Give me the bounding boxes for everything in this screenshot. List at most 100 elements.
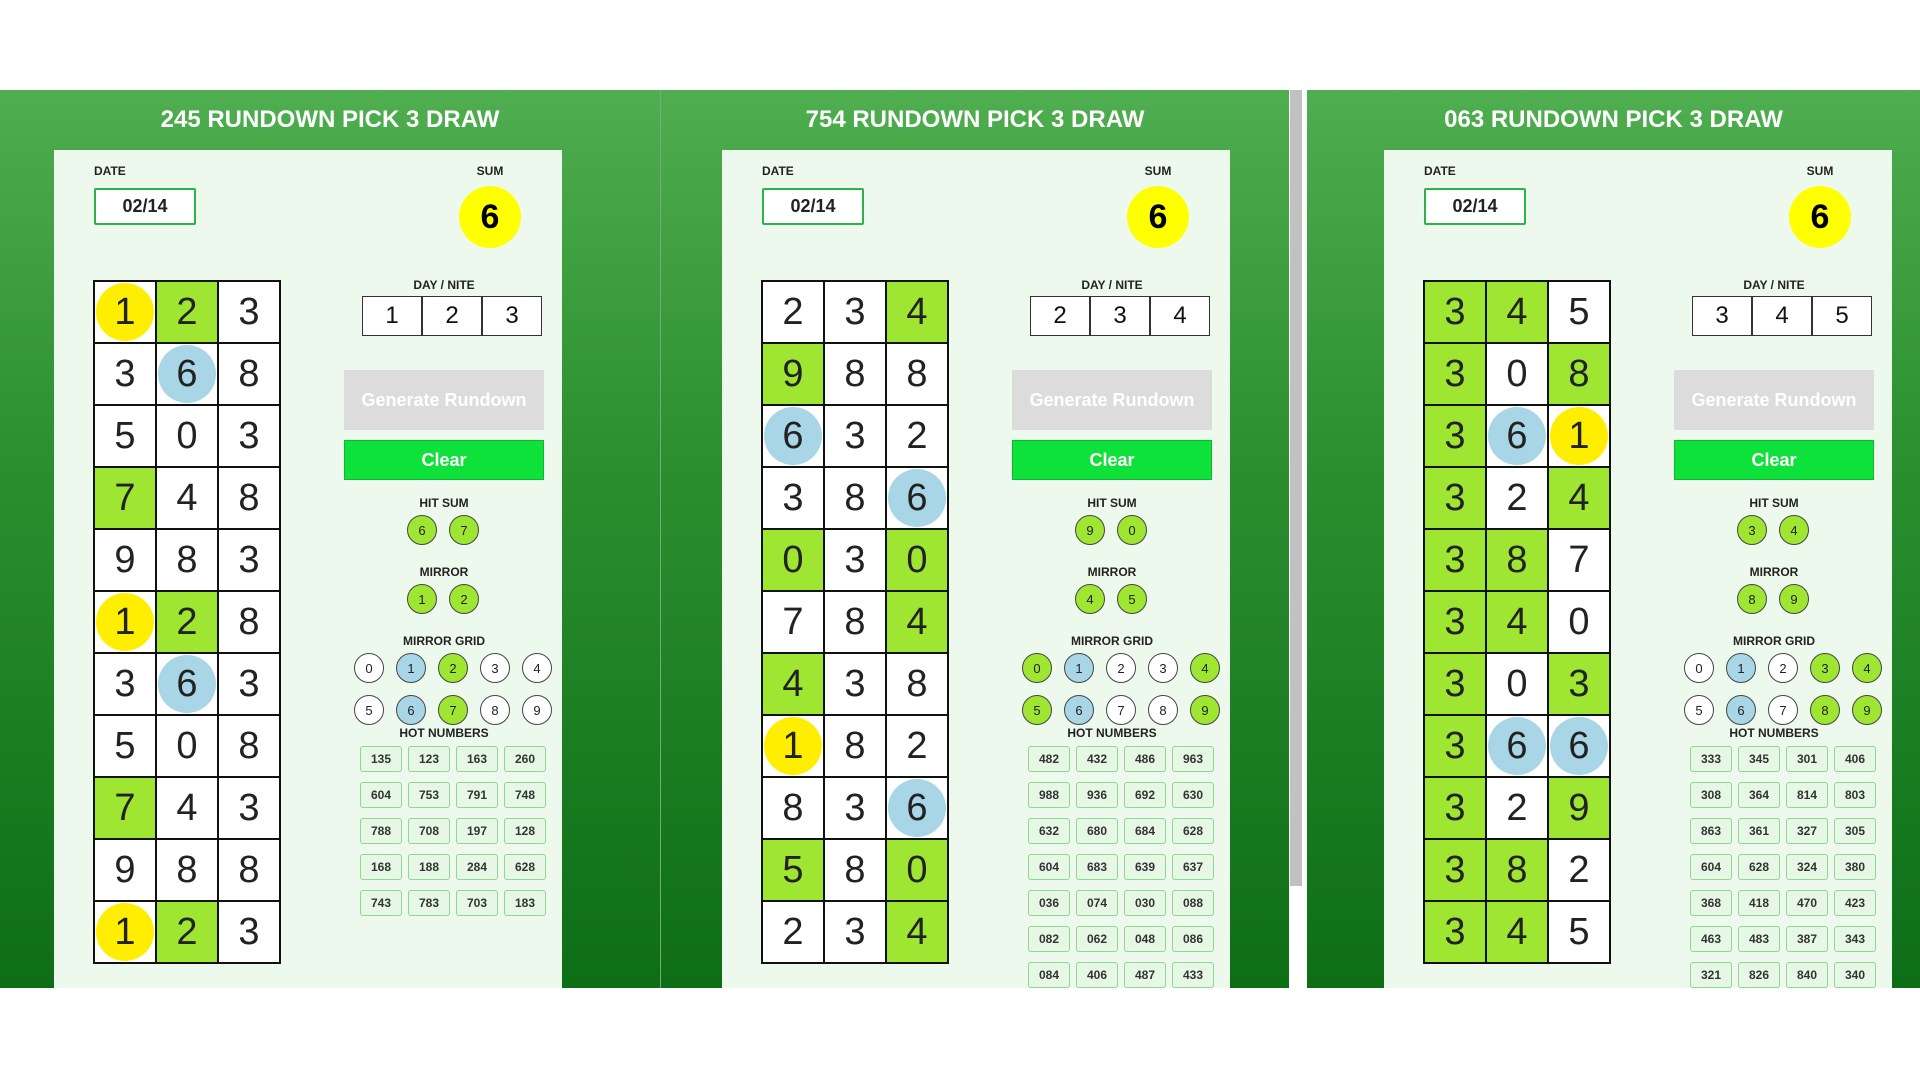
mirror-ball: 9 (1779, 584, 1809, 614)
grid-digit: 7 (1568, 538, 1590, 581)
day-nite-digit-2[interactable]: 2 (422, 296, 482, 336)
mirror-grid-ball: 8 (1810, 695, 1840, 725)
grid-cell: 4 (1547, 466, 1611, 530)
grid-cell: 4 (1485, 590, 1549, 654)
day-nite-digit-3[interactable]: 3 (482, 296, 542, 336)
grid-cell: 3 (823, 776, 887, 840)
clear-button[interactable]: Clear (344, 440, 544, 480)
grid-cell: 4 (155, 776, 219, 840)
hit-sum-ball: 4 (1779, 515, 1809, 545)
clear-button[interactable]: Clear (1012, 440, 1212, 480)
grid-cell: 8 (823, 466, 887, 530)
hit-sum-ball: 9 (1075, 515, 1105, 545)
hot-number-tile: 321 (1690, 962, 1732, 988)
panel-title: 245 RUNDOWN PICK 3 DRAW (160, 106, 500, 133)
grid-cell: 3 (217, 280, 281, 344)
grid-cell: 7 (1547, 528, 1611, 592)
grid-cell: 0 (885, 838, 949, 902)
day-nite-digit-1[interactable]: 3 (1692, 296, 1752, 336)
generate-rundown-button[interactable]: Generate Rundown (344, 370, 544, 430)
hot-number-tile: 680 (1076, 818, 1118, 844)
grid-cell: 2 (155, 280, 219, 344)
grid-row: 382 (1423, 838, 1611, 902)
day-nite-digit-2[interactable]: 4 (1752, 296, 1812, 336)
grid-cell: 8 (155, 838, 219, 902)
sum-label: SUM (1144, 164, 1172, 178)
date-field[interactable]: 02/14 (1424, 188, 1526, 225)
grid-cell: 8 (823, 590, 887, 654)
day-nite-digit-3[interactable]: 4 (1150, 296, 1210, 336)
hot-numbers-label: HOT NUMBERS (1729, 726, 1819, 740)
grid-cell: 5 (1547, 280, 1611, 344)
rundown-card: DATE 02/14 SUM 6 12336850374898312836350… (54, 150, 562, 988)
grid-digit: 4 (906, 290, 928, 333)
grid-row: 340 (1423, 590, 1611, 654)
grid-digit: 6 (888, 469, 946, 527)
date-label: DATE (762, 164, 794, 178)
date-field[interactable]: 02/14 (762, 188, 864, 225)
day-nite-digit-2[interactable]: 3 (1090, 296, 1150, 336)
grid-digit: 3 (844, 662, 866, 705)
hit-sum-ball: 3 (1737, 515, 1767, 545)
grid-digit: 2 (906, 724, 928, 767)
hot-number-tile: 753 (408, 782, 450, 808)
grid-row: 743 (93, 776, 281, 840)
grid-digit: 0 (1506, 662, 1528, 705)
grid-cell: 0 (885, 528, 949, 592)
hot-number-tile: 708 (408, 818, 450, 844)
hot-number-tile: 788 (360, 818, 402, 844)
grid-cell: 3 (1423, 838, 1487, 902)
grid-digit: 5 (114, 414, 136, 457)
grid-digit: 6 (158, 655, 216, 713)
grid-cell: 4 (885, 280, 949, 344)
grid-cell: 3 (823, 528, 887, 592)
hot-number-tile: 368 (1690, 890, 1732, 916)
grid-row: 123 (93, 900, 281, 964)
grid-cell: 8 (1485, 528, 1549, 592)
grid-row: 361 (1423, 404, 1611, 468)
grid-row: 234 (761, 900, 949, 964)
grid-digit: 9 (782, 352, 804, 395)
grid-cell: 2 (1485, 776, 1549, 840)
scrollbar-thumb[interactable] (1290, 90, 1302, 886)
day-nite-digit-1[interactable]: 2 (1030, 296, 1090, 336)
hot-number-tile: 340 (1834, 962, 1876, 988)
grid-cell: 3 (761, 466, 825, 530)
scrollbar-track[interactable] (1289, 90, 1307, 988)
mirror-ball: 1 (407, 584, 437, 614)
grid-cell: 3 (1423, 776, 1487, 840)
sum-ball: 6 (1127, 186, 1189, 248)
clear-button[interactable]: Clear (1674, 440, 1874, 480)
hot-number-tile: 803 (1834, 782, 1876, 808)
hot-number-tile: 074 (1076, 890, 1118, 916)
day-nite-digit-3[interactable]: 5 (1812, 296, 1872, 336)
grid-digit: 0 (906, 848, 928, 891)
hot-number-tile: 088 (1172, 890, 1214, 916)
hit-sum-ball: 7 (449, 515, 479, 545)
day-nite-label: DAY / NITE (1743, 278, 1805, 292)
grid-digit: 8 (238, 600, 260, 643)
mirror-grid-label: MIRROR GRID (403, 634, 485, 648)
date-field[interactable]: 02/14 (94, 188, 196, 225)
generate-rundown-button[interactable]: Generate Rundown (1674, 370, 1874, 430)
day-nite-label: DAY / NITE (1081, 278, 1143, 292)
grid-cell: 1 (93, 590, 157, 654)
mirror-grid-ball: 5 (354, 695, 384, 725)
rundown-panel-754: 754 RUNDOWN PICK 3 DRAW DATE 02/14 SUM 6… (661, 90, 1289, 988)
grid-digit: 2 (1506, 476, 1528, 519)
hot-number-tile: 470 (1786, 890, 1828, 916)
panel-title: 754 RUNDOWN PICK 3 DRAW (805, 106, 1145, 133)
hot-number-tile: 188 (408, 854, 450, 880)
grid-digit: 3 (844, 290, 866, 333)
generate-rundown-button[interactable]: Generate Rundown (1012, 370, 1212, 430)
hot-number-tile: 036 (1028, 890, 1070, 916)
grid-cell: 6 (1547, 714, 1611, 778)
hot-number-tile: 863 (1690, 818, 1732, 844)
hot-number-tile: 301 (1786, 746, 1828, 772)
grid-cell: 6 (1485, 714, 1549, 778)
grid-digit: 5 (114, 724, 136, 767)
grid-cell: 0 (1485, 652, 1549, 716)
grid-cell: 1 (93, 900, 157, 964)
grid-cell: 8 (217, 714, 281, 778)
day-nite-digit-1[interactable]: 1 (362, 296, 422, 336)
